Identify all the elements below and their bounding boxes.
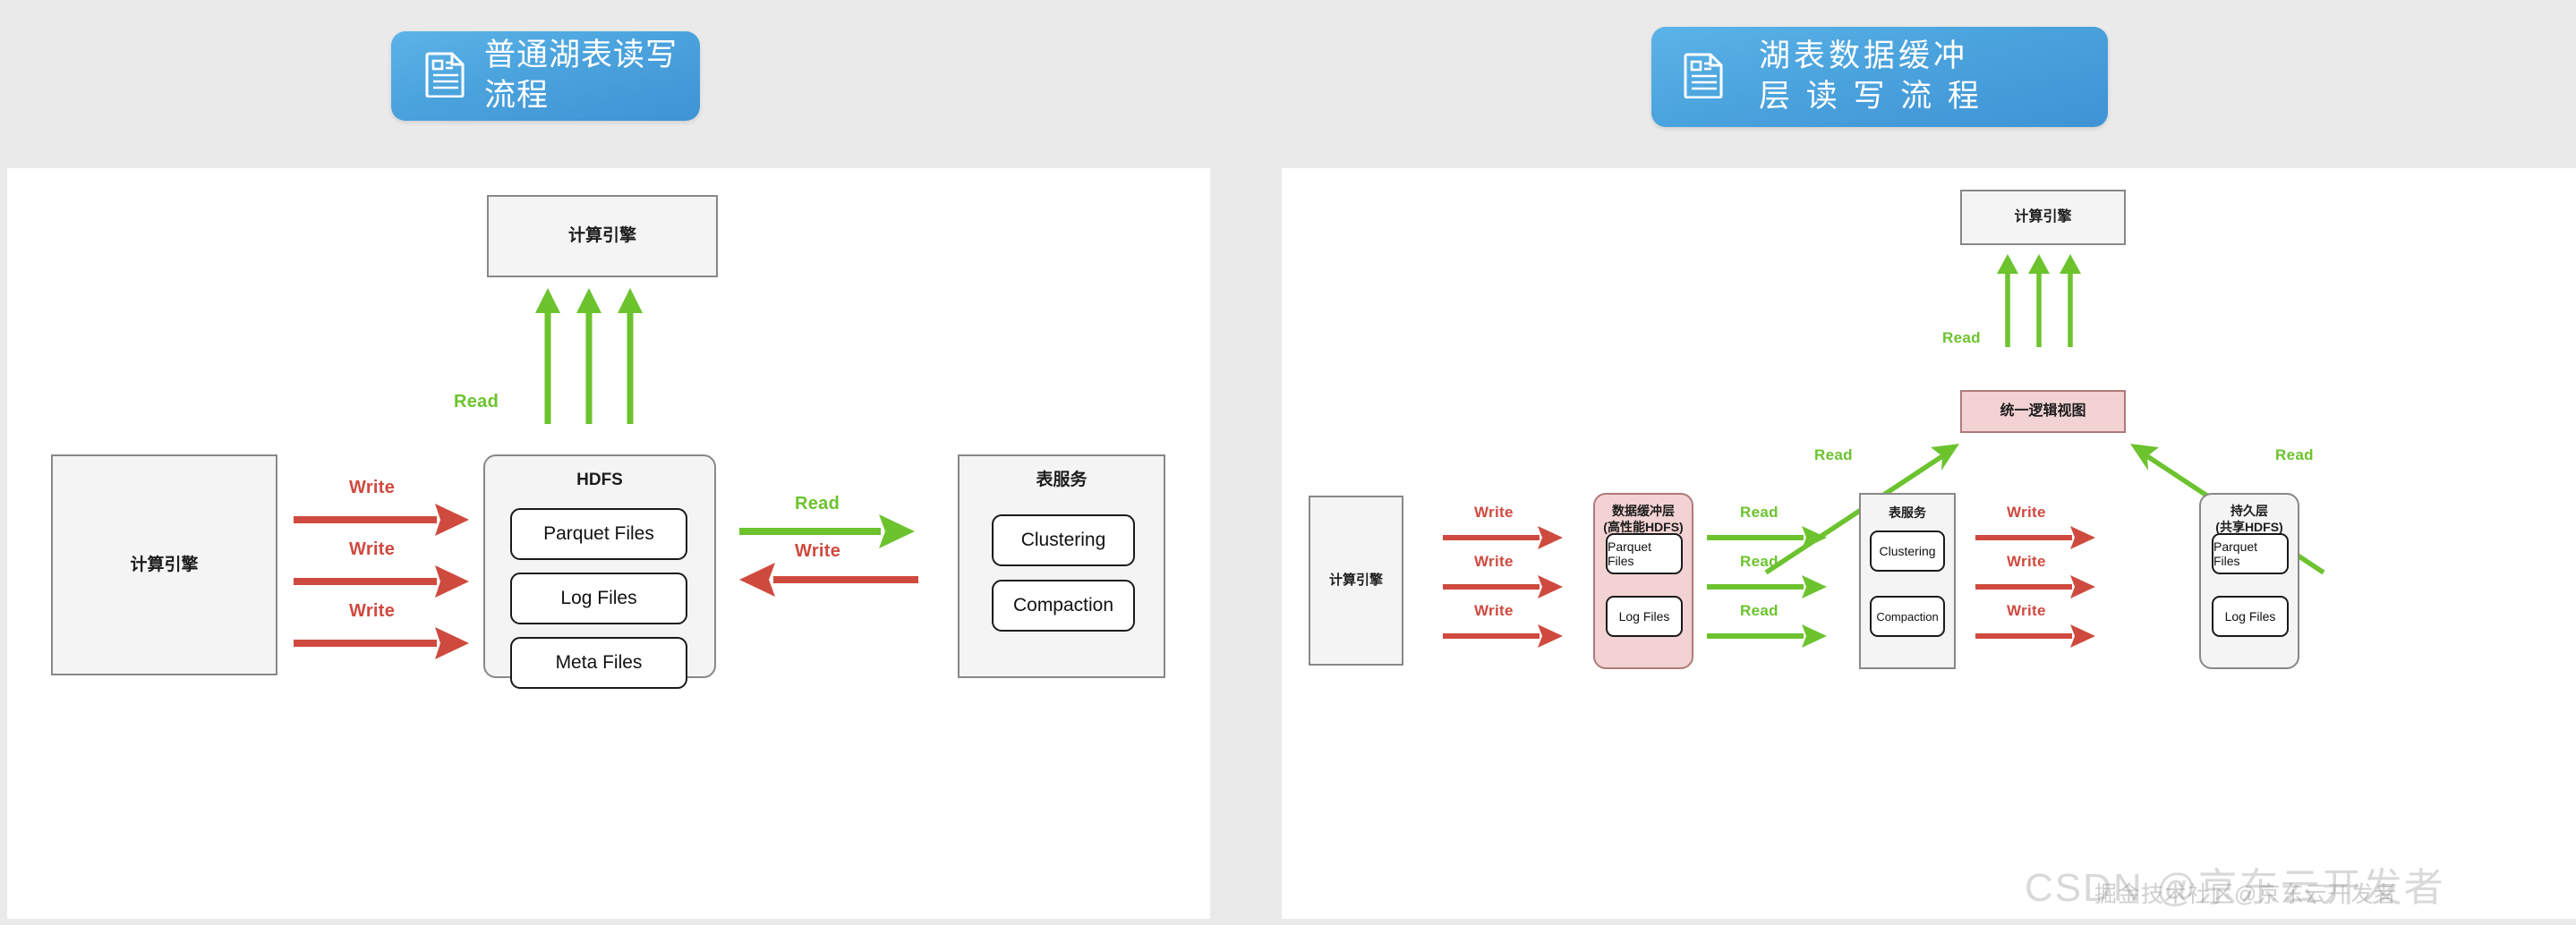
file-label: Parquet Files — [2213, 539, 2258, 568]
right-write-label-2b: Write — [2007, 553, 2046, 570]
right-persist-file-log: Log Files — [2212, 596, 2289, 637]
right-read-label-2c: Read — [1740, 602, 1778, 619]
box-label: 统一逻辑视图 — [2000, 403, 2086, 419]
box-label: 数据缓冲层 (高性能HDFS) — [1603, 504, 1684, 534]
right-table-service-clustering: Clustering — [1870, 530, 1945, 572]
right-read-up-arrows — [1997, 250, 2105, 349]
left-compute-engine-top: 计算引擎 — [487, 195, 718, 277]
service-label: Clustering — [1020, 530, 1106, 550]
box-label: 计算引擎 — [2014, 209, 2072, 225]
service-label: Compaction — [1012, 595, 1114, 615]
box-label: HDFS — [576, 471, 623, 489]
left-hdfs-file-log: Log Files — [510, 573, 687, 624]
right-read-arrows-middle — [1707, 522, 1837, 652]
left-table-service-compaction: Compaction — [992, 580, 1135, 632]
right-compute-engine-top: 计算引擎 — [1960, 190, 2126, 245]
box-label: 持久层 (共享HDFS) — [2215, 504, 2283, 534]
screenshot-root: 普通湖表读写流程 湖表数据缓冲 层 读 写 流 程 计算引擎 Read 计算引擎… — [0, 0, 2576, 925]
right-section-header: 湖表数据缓冲 层 读 写 流 程 — [1651, 27, 2108, 127]
left-section-header: 普通湖表读写流程 — [391, 31, 700, 121]
right-table-service-compaction: Compaction — [1870, 596, 1945, 637]
right-persist-file-parquet: Parquet Files — [2212, 533, 2289, 574]
left-table-service-clustering: Clustering — [992, 514, 1135, 566]
right-section-title: 湖表数据缓冲 层 读 写 流 程 — [1759, 38, 1983, 114]
left-compute-engine-source: 计算引擎 — [51, 454, 277, 675]
right-read-diag-right-label: Read — [2275, 446, 2314, 463]
right-read-label-2a: Read — [1740, 504, 1778, 521]
right-unified-logical-view: 统一逻辑视图 — [1960, 390, 2126, 433]
right-write-label-1b: Write — [1474, 553, 1514, 570]
file-label: Meta Files — [555, 652, 643, 673]
right-write-label-2a: Write — [2007, 504, 2046, 521]
file-label: Log Files — [560, 588, 637, 608]
left-write-arrows — [294, 499, 482, 669]
right-compute-engine-source: 计算引擎 — [1309, 496, 1403, 666]
box-label: 计算引擎 — [1328, 572, 1383, 588]
service-label: Compaction — [1876, 609, 1939, 624]
left-section-title: 普通湖表读写流程 — [484, 38, 678, 113]
right-write-label-2c: Write — [2007, 602, 2046, 619]
right-write-arrows-1 — [1443, 522, 1573, 652]
file-label: Parquet Files — [543, 523, 654, 544]
right-buffer-file-log: Log Files — [1606, 596, 1683, 637]
left-write-label-3: Write — [349, 601, 396, 621]
left-hdfs-file-parquet: Parquet Files — [510, 508, 687, 560]
file-label: Log Files — [1618, 609, 1670, 624]
box-label: 计算引擎 — [130, 555, 199, 574]
left-read-up-arrows — [535, 283, 678, 426]
right-read-diag-left-label: Read — [1814, 446, 1853, 463]
box-label: 表服务 — [1036, 471, 1088, 489]
left-hdfs-file-meta: Meta Files — [510, 637, 687, 689]
right-persist-layer-box: 持久层 (共享HDFS) — [2199, 493, 2299, 669]
file-label: Log Files — [2224, 609, 2276, 624]
left-table-service-box: 表服务 — [958, 454, 1165, 678]
left-write-label-1: Write — [349, 478, 396, 497]
right-write-arrows-2 — [1975, 522, 2105, 652]
service-label: Clustering — [1879, 544, 1936, 558]
right-read-label-2b: Read — [1740, 553, 1778, 570]
left-write-label-2: Write — [349, 539, 396, 559]
right-write-label-1c: Write — [1474, 602, 1514, 619]
document-icon — [425, 51, 466, 102]
left-diagram-panel: 计算引擎 Read 计算引擎 Write Write Write HDFS Pa… — [7, 168, 1210, 919]
box-label: 计算引擎 — [567, 226, 636, 246]
file-label: Parquet Files — [1608, 539, 1652, 568]
left-read-right-label: Read — [795, 494, 840, 513]
left-write-left-arrow — [739, 562, 927, 598]
right-diagram-panel: 计算引擎 Read 统一逻辑视图 Read Read 计算引擎 Write Wr… — [1282, 168, 2576, 919]
box-label: 表服务 — [1889, 505, 1926, 520]
left-read-up-label: Read — [454, 392, 499, 412]
left-write-left-label: Write — [795, 541, 841, 561]
right-buffer-layer-box: 数据缓冲层 (高性能HDFS) — [1593, 493, 1693, 669]
right-table-service-box: 表服务 — [1859, 493, 1956, 669]
right-write-label-1a: Write — [1474, 504, 1514, 521]
document-icon — [1684, 52, 1725, 103]
right-read-up-label: Read — [1942, 329, 1981, 346]
right-buffer-file-parquet: Parquet Files — [1606, 533, 1683, 574]
